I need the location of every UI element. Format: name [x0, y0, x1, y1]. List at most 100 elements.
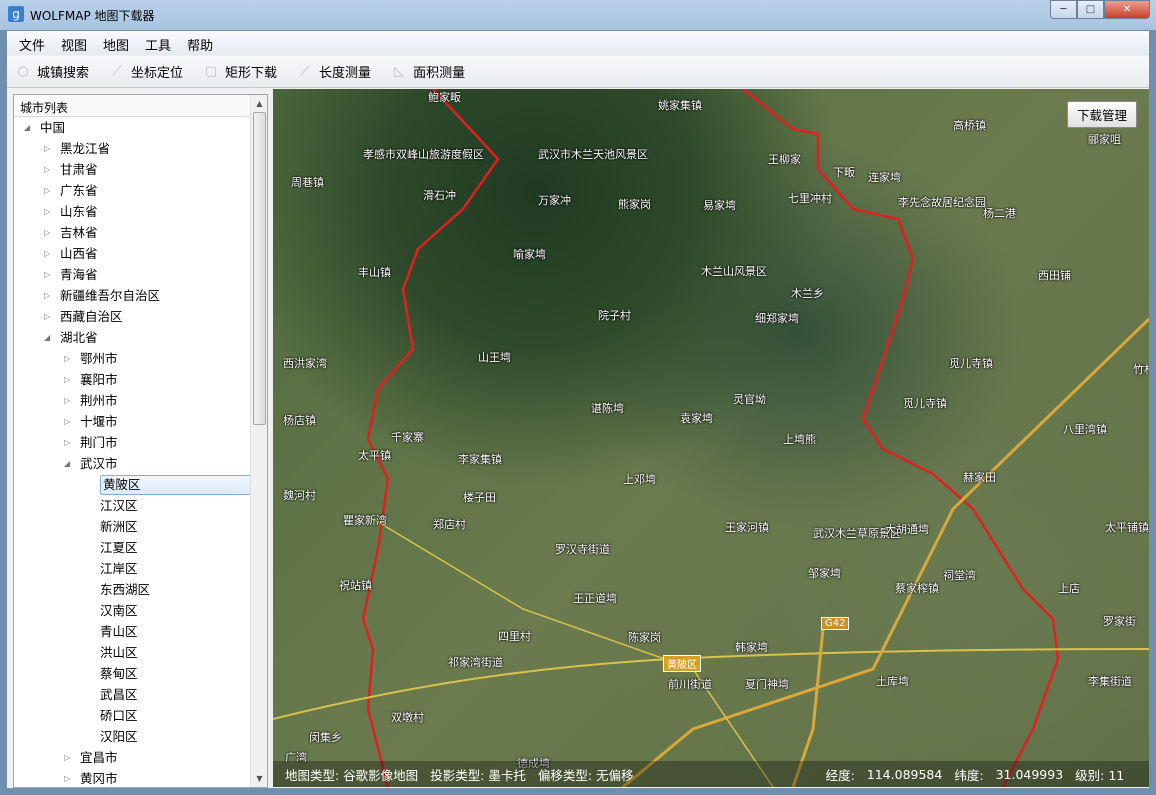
tree-node-label: 西藏自治区: [60, 309, 123, 324]
expand-arrow-icon[interactable]: ▷: [44, 264, 50, 285]
expand-arrow-icon[interactable]: ▷: [44, 201, 50, 222]
tree-node[interactable]: ▷ 荆州市: [14, 390, 250, 411]
tree-node[interactable]: ▷ 荆门市: [14, 432, 250, 453]
expand-arrow-icon[interactable]: ▷: [44, 222, 50, 243]
tree-node[interactable]: ▷ 黄冈市: [14, 768, 250, 787]
map-place-label: 祝站镇: [339, 579, 372, 592]
scrollbar[interactable]: ▲ ▼: [250, 95, 267, 787]
tree-node[interactable]: 东西湖区: [14, 579, 250, 600]
ruler-icon: ⟋: [300, 63, 310, 79]
tree-node[interactable]: ▷ 新疆维吾尔自治区: [14, 285, 250, 306]
map-place-label: 大胡通塆: [885, 523, 929, 536]
tree-node[interactable]: 青山区: [14, 621, 250, 642]
tree-node[interactable]: ▷ 十堰市: [14, 411, 250, 432]
tree-node-label: 汉阳区: [100, 729, 138, 744]
map-place-label: 滑石冲: [423, 189, 456, 202]
tree-node-label: 汉南区: [100, 603, 138, 618]
minimize-button[interactable]: ─: [1050, 0, 1077, 19]
tree-node-label: 十堰市: [80, 414, 118, 429]
expand-arrow-icon[interactable]: ▷: [44, 243, 50, 264]
menu-help[interactable]: 帮助: [179, 31, 221, 55]
rectangle-download-button[interactable]: ▢ 矩形下载: [203, 62, 277, 82]
coordinate-locate-button[interactable]: ⟋ 坐标定位: [109, 62, 183, 82]
longitude-value: 114.089584: [866, 766, 943, 782]
tree-node[interactable]: 江夏区: [14, 537, 250, 558]
menu-tools[interactable]: 工具: [137, 31, 179, 55]
map-place-label: 杨二港: [983, 207, 1016, 220]
tree-node-label: 硚口区: [100, 708, 138, 723]
collapse-arrow-icon[interactable]: ◢: [44, 327, 50, 348]
tree-node[interactable]: 硚口区: [14, 705, 250, 726]
tree-node-label: 湖北省: [60, 330, 98, 345]
expand-arrow-icon[interactable]: ▷: [64, 390, 70, 411]
collapse-arrow-icon[interactable]: ◢: [24, 117, 30, 138]
tree-node[interactable]: ◢ 中国: [14, 117, 250, 138]
scroll-thumb[interactable]: [253, 112, 266, 425]
expand-arrow-icon[interactable]: ▷: [44, 138, 50, 159]
tree-node[interactable]: 汉南区: [14, 600, 250, 621]
menu-file[interactable]: 文件: [11, 31, 53, 55]
tool-label: 长度测量: [319, 66, 372, 81]
tree-node-label: 江汉区: [100, 498, 138, 513]
tree-node[interactable]: ◢ 武汉市: [14, 453, 250, 474]
tree-node[interactable]: 黄陂区: [14, 474, 250, 495]
tree-node-label: 青海省: [60, 267, 98, 282]
ruler-icon: ⟋: [112, 63, 122, 79]
expand-arrow-icon[interactable]: ▷: [64, 411, 70, 432]
scroll-down-arrow-icon[interactable]: ▼: [251, 770, 268, 787]
tree-node[interactable]: ▷ 襄阳市: [14, 369, 250, 390]
expand-arrow-icon[interactable]: ▷: [44, 306, 50, 327]
tree-node[interactable]: 蔡甸区: [14, 663, 250, 684]
map-place-label: 闵集乡: [309, 731, 342, 744]
expand-arrow-icon[interactable]: ▷: [44, 285, 50, 306]
map-place-label: 夏门神塆: [745, 678, 789, 691]
map-place-label: 孝感市双峰山旅游度假区: [363, 148, 484, 161]
map-place-label: 上塆熊: [783, 433, 816, 446]
close-button[interactable]: ✕: [1104, 0, 1150, 19]
map-place-label: 周巷镇: [291, 176, 324, 189]
tree-node[interactable]: 江岸区: [14, 558, 250, 579]
area-measure-button[interactable]: ◺ 面积测量: [391, 62, 466, 82]
toolbar: ○ 城镇搜索 ⟋ 坐标定位 ▢ 矩形下载 ⟋ 长度测量 ◺ 面积测量: [7, 56, 1149, 88]
tree-node-label: 青山区: [100, 624, 138, 639]
expand-arrow-icon[interactable]: ▷: [44, 159, 50, 180]
expand-arrow-icon[interactable]: ▷: [64, 432, 70, 453]
map-place-label: 上邓塆: [623, 473, 656, 486]
collapse-arrow-icon[interactable]: ◢: [64, 453, 70, 474]
tree-node[interactable]: ▷ 西藏自治区: [14, 306, 250, 327]
length-measure-button[interactable]: ⟋ 长度测量: [297, 62, 372, 82]
tree-node[interactable]: 江汉区: [14, 495, 250, 516]
map-place-label: 楼子田: [463, 491, 496, 504]
tree-node[interactable]: ▷ 甘肃省: [14, 159, 250, 180]
expand-arrow-icon[interactable]: ▷: [64, 369, 70, 390]
tree-node[interactable]: ▷ 宜昌市: [14, 747, 250, 768]
tree-node[interactable]: 洪山区: [14, 642, 250, 663]
tree-node[interactable]: ▷ 黑龙江省: [14, 138, 250, 159]
window-title: WOLFMAP 地图下载器: [30, 9, 155, 23]
expand-arrow-icon[interactable]: ▷: [64, 768, 70, 787]
maximize-button[interactable]: □: [1077, 0, 1104, 19]
expand-arrow-icon[interactable]: ▷: [64, 348, 70, 369]
download-manager-button[interactable]: 下载管理: [1066, 101, 1137, 128]
longitude-label: 经度:: [825, 767, 855, 783]
tree-node[interactable]: ▷ 鄂州市: [14, 348, 250, 369]
tree-node[interactable]: ▷ 山东省: [14, 201, 250, 222]
expand-arrow-icon[interactable]: ▷: [64, 747, 70, 768]
tree-node[interactable]: ▷ 广东省: [14, 180, 250, 201]
tree-node[interactable]: ▷ 青海省: [14, 264, 250, 285]
map-place-label: 魏河村: [283, 489, 316, 502]
tree-node[interactable]: 武昌区: [14, 684, 250, 705]
expand-arrow-icon[interactable]: ▷: [44, 180, 50, 201]
tree-node[interactable]: 新洲区: [14, 516, 250, 537]
scroll-up-arrow-icon[interactable]: ▲: [251, 95, 268, 112]
menu-map[interactable]: 地图: [95, 31, 137, 55]
menu-view[interactable]: 视图: [53, 31, 95, 55]
city-tree: ◢ 中国 ▷ 黑龙江省 ▷ 甘肃省 ▷ 广东省 ▷ 山东省 ▷ 吉林省 ▷ 山西省 ▷ 青海省 ▷ 新疆维吾尔自治…: [14, 117, 250, 787]
map-view[interactable]: 鲍家畈 姚家集镇 高桥镇 郦家咀 孝感市双峰山旅游度假区 武汉市木兰天池风景区 王柳家 下畈连…: [273, 89, 1149, 787]
tree-node[interactable]: ◢ 湖北省: [14, 327, 250, 348]
tree-node[interactable]: 汉阳区: [14, 726, 250, 747]
tree-node[interactable]: ▷ 吉林省: [14, 222, 250, 243]
tool-label: 面积测量: [413, 66, 466, 81]
tree-node[interactable]: ▷ 山西省: [14, 243, 250, 264]
town-search-button[interactable]: ○ 城镇搜索: [15, 62, 89, 82]
